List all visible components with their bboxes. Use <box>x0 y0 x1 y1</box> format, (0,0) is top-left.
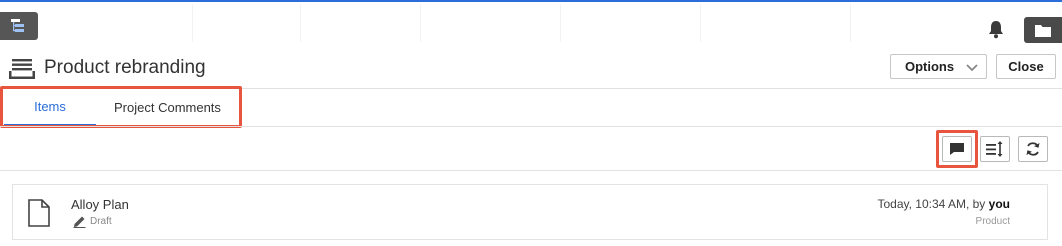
divider <box>0 170 1062 171</box>
top-bar <box>0 2 1062 44</box>
topbar-divider <box>300 4 301 42</box>
page-title: Product rebranding <box>44 57 206 78</box>
project-icon <box>9 59 35 79</box>
refresh-icon <box>1026 142 1040 156</box>
comment-icon <box>950 143 964 155</box>
topbar-divider <box>420 4 421 42</box>
hierarchy-icon <box>11 19 24 32</box>
topbar-divider <box>700 4 701 42</box>
item-modified-by: you <box>988 197 1010 211</box>
pencil-icon <box>73 216 86 228</box>
tab-project-comments[interactable]: Project Comments <box>108 89 227 126</box>
title-row: Product rebranding Options Close <box>0 48 1062 88</box>
bell-icon[interactable] <box>986 19 1006 39</box>
options-label: Options <box>905 59 955 74</box>
chevron-down-icon <box>966 64 978 72</box>
divider <box>0 126 1062 127</box>
item-modified-time: Today, 10:34 AM, by <box>877 197 986 211</box>
sort-button[interactable] <box>980 136 1010 162</box>
folder-icon <box>1035 24 1051 37</box>
sort-icon <box>986 141 1003 157</box>
folder-button[interactable] <box>1024 17 1062 43</box>
tab-items[interactable]: Items <box>4 89 96 126</box>
comment-button[interactable] <box>942 136 972 162</box>
file-icon <box>28 199 50 227</box>
item-status: Draft <box>90 216 112 227</box>
options-button[interactable]: Options <box>890 54 987 79</box>
topbar-divider <box>560 4 561 42</box>
topbar-divider <box>850 4 851 42</box>
item-title: Alloy Plan <box>71 197 129 212</box>
refresh-button[interactable] <box>1018 136 1048 162</box>
item-type: Product <box>975 216 1010 227</box>
app-switcher-button[interactable] <box>0 12 38 40</box>
close-button[interactable]: Close <box>996 54 1056 79</box>
topbar-divider <box>192 4 193 42</box>
item-modified: Today, 10:34 AM, by you <box>877 197 1010 211</box>
list-item[interactable]: Alloy Plan Draft Today, 10:34 AM, by you… <box>12 184 1048 240</box>
